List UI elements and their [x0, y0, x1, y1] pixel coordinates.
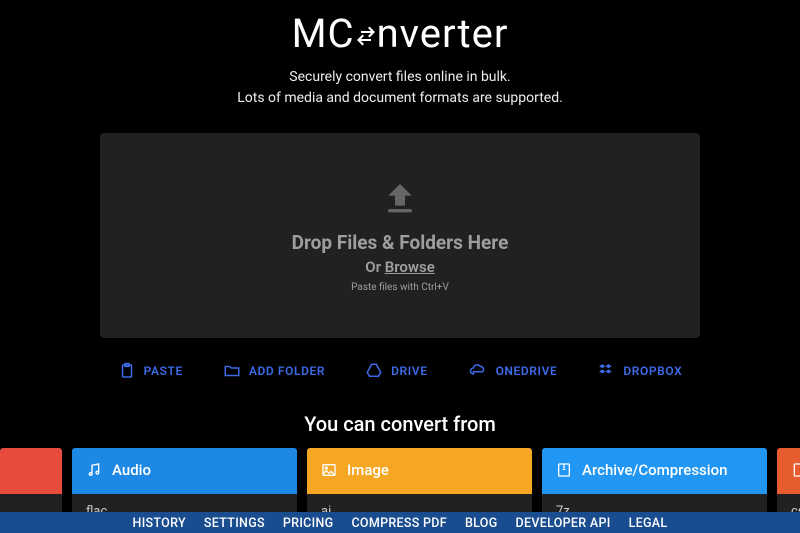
dropbox-icon: [597, 362, 615, 380]
logo-suffix: nverter: [377, 10, 509, 57]
paste-icon: [118, 362, 136, 380]
footer-blog[interactable]: BLOG: [465, 516, 498, 531]
tagline-line1: Securely convert files online in bulk.: [0, 67, 800, 88]
convert-from-title: You can convert from: [0, 412, 800, 436]
footer-api[interactable]: DEVELOPER API: [516, 516, 611, 531]
music-icon: [86, 462, 102, 478]
footer-pricing[interactable]: PRICING: [283, 516, 334, 531]
tagline-line2: Lots of media and document formats are s…: [0, 88, 800, 109]
drive-icon: [365, 362, 383, 380]
drop-subtitle: Or Browse: [365, 258, 435, 276]
onedrive-icon: [468, 362, 488, 380]
drop-hint: Paste files with Ctrl+V: [351, 282, 449, 293]
footer-compress[interactable]: COMPRESS PDF: [351, 516, 446, 531]
browse-link[interactable]: Browse: [385, 258, 435, 276]
dropzone[interactable]: Drop Files & Folders Here Or Browse Past…: [100, 133, 700, 338]
tagline: Securely convert files online in bulk. L…: [0, 67, 800, 109]
category-label: Audio: [112, 461, 151, 479]
logo: MC nverter: [292, 10, 509, 57]
folder-icon: [223, 362, 241, 380]
swap-icon: [354, 24, 378, 48]
upload-icon: [380, 179, 420, 219]
onedrive-button[interactable]: ONEDRIVE: [460, 352, 566, 390]
archive-icon: [556, 462, 572, 478]
paste-button[interactable]: PASTE: [110, 352, 191, 390]
footer-history[interactable]: HISTORY: [133, 516, 186, 531]
category-label: Archive/Compression: [582, 461, 727, 479]
logo-prefix: MC: [292, 10, 355, 57]
footer-settings[interactable]: SETTINGS: [204, 516, 265, 531]
document-icon: [791, 462, 800, 478]
source-row: PASTE ADD FOLDER DRIVE ONEDRIVE DROPBOX: [0, 352, 800, 390]
drive-button[interactable]: DRIVE: [357, 352, 435, 390]
add-folder-button[interactable]: ADD FOLDER: [215, 352, 333, 390]
drop-title: Drop Files & Folders Here: [292, 231, 509, 254]
footer-nav: HISTORY SETTINGS PRICING COMPRESS PDF BL…: [0, 512, 800, 533]
category-label: Image: [347, 461, 389, 479]
footer-legal[interactable]: LEGAL: [629, 516, 668, 531]
dropbox-button[interactable]: DROPBOX: [589, 352, 690, 390]
image-icon: [321, 462, 337, 478]
